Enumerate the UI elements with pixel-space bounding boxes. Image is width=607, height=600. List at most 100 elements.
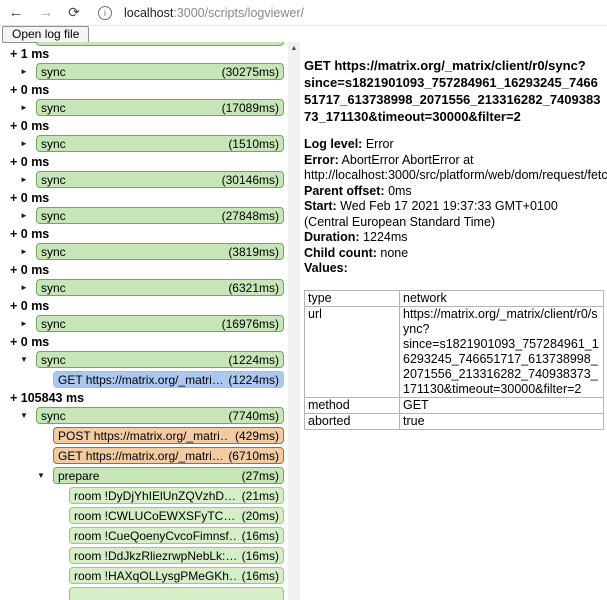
log-entry-bar[interactable]: sync (30275ms)	[36, 63, 284, 80]
log-entry-bar[interactable]	[69, 587, 284, 600]
log-entry-row: room !DyDjYhIElUnZQVzhD… (21ms)	[0, 487, 284, 504]
error-field: Error: AbortError AbortError at http://l…	[304, 153, 604, 184]
log-tree: + 1 ms ► sync (30275ms) + 0 ms ► sync (1…	[0, 42, 284, 600]
log-entry-duration: (1224ms)	[228, 373, 279, 387]
field-label: Error:	[304, 153, 339, 167]
log-entry-row: POST https://matrix.org/_matri… (429ms)	[0, 427, 284, 444]
url-text[interactable]: localhost:3000/scripts/logviewer/	[124, 6, 304, 20]
log-entry-bar[interactable]: room !HAXqOLLysgPMeGKh… (16ms)	[69, 567, 284, 584]
log-entry-label: room !CWLUCoEWXSFyTC…	[74, 509, 235, 523]
request-title: GET https://matrix.org/_matrix/client/r0…	[304, 57, 604, 125]
log-entry-bar[interactable]: sync (3819ms)	[36, 243, 284, 260]
log-entry-bar[interactable]: room !DyDjYhIElUnZQVzhD… (21ms)	[69, 487, 284, 504]
log-entry-label: room !HAXqOLLysgPMeGKh…	[74, 569, 236, 583]
log-entry-row: room !DdJkzRliezrwpNebLk:… (16ms)	[0, 547, 284, 564]
log-entry-bar[interactable]: sync (30146ms)	[36, 171, 284, 188]
expand-arrow-icon[interactable]: ►	[20, 247, 28, 256]
expand-arrow-icon[interactable]: ▼	[37, 471, 45, 480]
log-entry-duration: (20ms)	[242, 509, 279, 523]
expand-arrow-icon[interactable]: ►	[20, 319, 28, 328]
browser-toolbar: ← → ⟳ i localhost:3000/scripts/logviewer…	[0, 0, 607, 26]
value-cell: https://matrix.org/_matrix/client/r0/syn…	[400, 306, 604, 397]
time-marker: + 0 ms	[10, 227, 284, 241]
log-entry-row: room !HAXqOLLysgPMeGKh… (16ms)	[0, 567, 284, 584]
url-path: :3000/scripts/logviewer/	[173, 6, 304, 20]
time-marker: + 0 ms	[10, 263, 284, 277]
log-entry-label: sync	[41, 137, 66, 151]
log-entry-row: ► sync (3819ms)	[0, 243, 284, 260]
log-entry-duration: (7740ms)	[228, 409, 279, 423]
log-entry-bar[interactable]	[36, 42, 284, 46]
expand-arrow-icon[interactable]: ►	[20, 67, 28, 76]
selected-log-entry-bar[interactable]: GET https://matrix.org/_matri… (1224ms)	[53, 371, 284, 388]
log-entry-row: room !CWLUCoEWXSFyTC… (20ms)	[0, 507, 284, 524]
log-entry-duration: (16ms)	[242, 549, 279, 563]
start-field: Start: Wed Feb 17 2021 19:37:33 GMT+0100…	[304, 199, 604, 230]
log-entry-row: ▼ sync (7740ms)	[0, 407, 284, 424]
log-entry-bar[interactable]: sync (17089ms)	[36, 99, 284, 116]
log-entry-label: GET https://matrix.org/_matri…	[58, 373, 222, 387]
log-entry-bar[interactable]: GET https://matrix.org/_matri… (6710ms)	[53, 447, 284, 464]
log-entry-bar[interactable]: POST https://matrix.org/_matri… (429ms)	[53, 427, 284, 444]
log-entry-bar[interactable]: sync (16976ms)	[36, 315, 284, 332]
child-count-field: Child count: none	[304, 246, 604, 262]
log-entry-duration: (16ms)	[242, 529, 279, 543]
log-entry-label: sync	[41, 101, 66, 115]
field-value: AbortError AbortError at http://localhos…	[304, 153, 607, 183]
log-entry-bar[interactable]: sync (1510ms)	[36, 135, 284, 152]
log-entry-duration: (21ms)	[242, 489, 279, 503]
time-marker: + 0 ms	[10, 335, 284, 349]
open-log-file-button[interactable]: Open log file	[2, 26, 89, 43]
scrollbar-up-arrow-icon[interactable]: ▲	[288, 42, 300, 54]
values-table: type network url https://matrix.org/_mat…	[304, 290, 604, 430]
expand-arrow-icon[interactable]: ►	[20, 103, 28, 112]
log-entry-duration: (27848ms)	[222, 209, 279, 223]
log-entry-bar[interactable]: room !DdJkzRliezrwpNebLk:… (16ms)	[69, 547, 284, 564]
reload-icon[interactable]: ⟳	[66, 5, 82, 20]
value-key: type	[305, 290, 400, 306]
tree-scrollbar[interactable]: ▲	[288, 42, 300, 600]
log-entry-label: sync	[41, 409, 66, 423]
log-entry-duration: (30146ms)	[222, 173, 279, 187]
logviewer-main: + 1 ms ► sync (30275ms) + 0 ms ► sync (1…	[0, 42, 607, 600]
field-value: 1224ms	[363, 230, 407, 244]
log-entry-duration: (17089ms)	[222, 101, 279, 115]
time-marker: + 0 ms	[10, 299, 284, 313]
back-icon[interactable]: ←	[8, 5, 24, 20]
log-entry-duration: (1510ms)	[228, 137, 279, 151]
address-bar[interactable]: i localhost:3000/scripts/logviewer/	[98, 6, 304, 20]
log-entry-label: prepare	[58, 469, 99, 483]
log-entry-bar[interactable]: sync (6321ms)	[36, 279, 284, 296]
expand-arrow-icon[interactable]: ▼	[20, 411, 28, 420]
field-value: Error	[366, 137, 394, 151]
field-label: Duration:	[304, 230, 360, 244]
table-row: type network	[305, 290, 604, 306]
log-entry-bar[interactable]: sync (1224ms)	[36, 351, 284, 368]
site-info-icon[interactable]: i	[98, 6, 112, 20]
field-label: Parent offset:	[304, 184, 385, 198]
log-entry-duration: (27ms)	[242, 469, 279, 483]
value-cell: true	[400, 413, 604, 429]
log-entry-bar[interactable]: sync (7740ms)	[36, 407, 284, 424]
expand-arrow-icon[interactable]: ►	[20, 211, 28, 220]
time-marker: + 0 ms	[10, 191, 284, 205]
log-entry-label: room !DyDjYhIElUnZQVzhD…	[74, 489, 236, 503]
log-entry-bar[interactable]: room !CueQoenyCvcoFimnsf… (16ms)	[69, 527, 284, 544]
log-entry-duration: (3819ms)	[228, 245, 279, 259]
expand-arrow-icon[interactable]: ▼	[20, 355, 28, 364]
expand-arrow-icon[interactable]: ►	[20, 175, 28, 184]
value-key: url	[305, 306, 400, 397]
log-entry-bar[interactable]: room !CWLUCoEWXSFyTC… (20ms)	[69, 507, 284, 524]
log-entry-row: ► sync (1510ms)	[0, 135, 284, 152]
log-entry-duration: (1224ms)	[228, 353, 279, 367]
field-value: Wed Feb 17 2021 19:37:33 GMT+0100 (Centr…	[304, 199, 558, 229]
log-entry-label: sync	[41, 353, 66, 367]
log-entry-row: ► sync (6321ms)	[0, 279, 284, 296]
log-entry-bar[interactable]: sync (27848ms)	[36, 207, 284, 224]
time-marker: + 105843 ms	[10, 391, 284, 405]
expand-arrow-icon[interactable]: ►	[20, 139, 28, 148]
log-entry-bar[interactable]: prepare (27ms)	[53, 467, 284, 484]
details-panel: GET https://matrix.org/_matrix/client/r0…	[304, 42, 604, 430]
expand-arrow-icon[interactable]: ►	[20, 283, 28, 292]
forward-icon[interactable]: →	[38, 5, 54, 20]
